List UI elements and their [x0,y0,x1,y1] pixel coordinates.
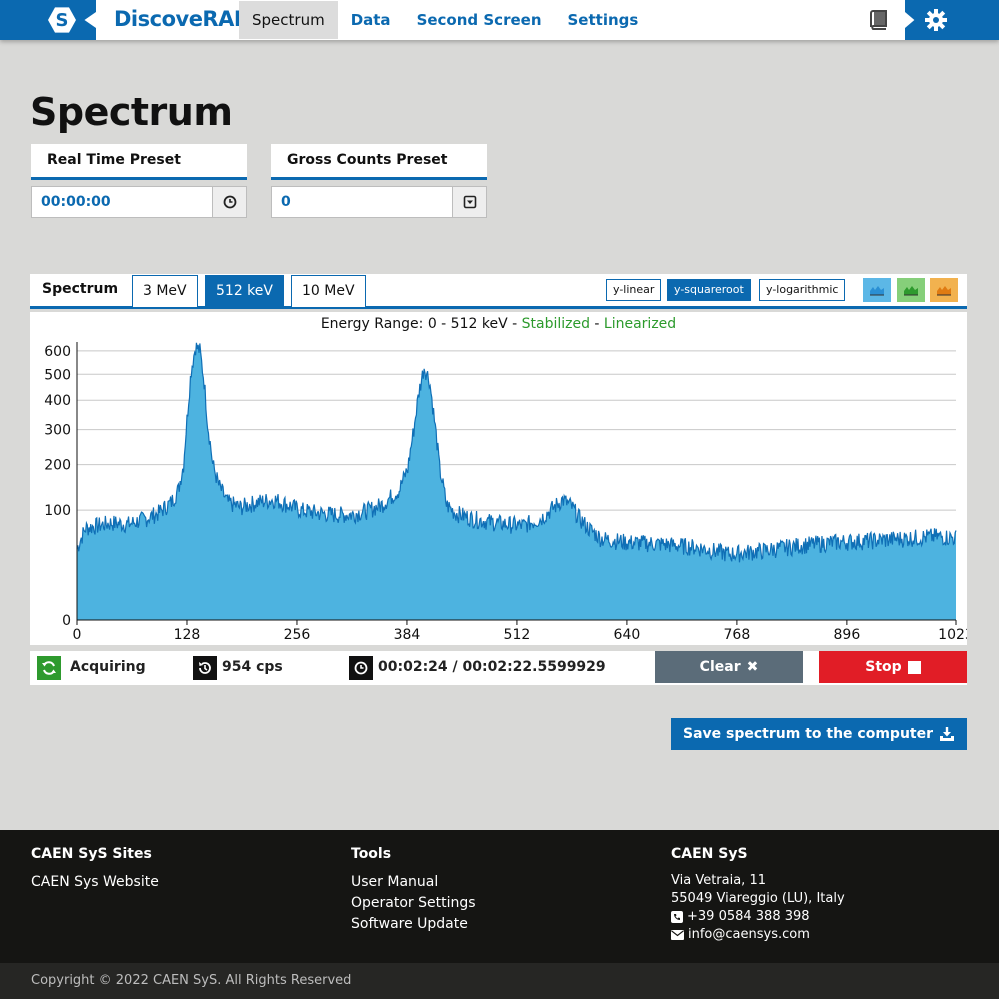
y-linear-button[interactable]: y-linear [606,279,662,301]
stop-square-icon [907,660,921,674]
clear-button[interactable]: Clear ✖ [655,651,803,683]
save-label: Save spectrum to the computer [683,726,933,742]
timer-icon [349,656,373,680]
x-tick-label: 256 [284,627,311,643]
y-logarithmic-button[interactable]: y-logarithmic [759,279,846,301]
orange-area-icon [937,286,951,296]
real-time-preset-input[interactable]: 00:00:00 [32,187,212,217]
address-line-2: 55049 Viareggio (LU), Italy [671,891,845,906]
footer: CAEN SyS Sites CAEN Sys Website Tools Us… [0,830,999,963]
spectrum-chart[interactable]: Energy Range: 0 - 512 keV - Stabilized -… [30,312,967,645]
gross-counts-preset-label: Gross Counts Preset [271,144,487,180]
blue-area-button[interactable] [863,278,891,302]
status-bar: Acquiring 954 cps 00:02:24 / 00:02:22.55… [30,651,967,685]
x-tick-label: 128 [174,627,201,643]
footer-tools: Tools User Manual Operator Settings Soft… [351,846,476,935]
footer-company-heading: CAEN SyS [671,846,748,862]
close-icon: ✖ [746,659,759,675]
real-time-preset-label: Real Time Preset [31,144,247,180]
footer-company: CAEN SyS Via Vetraia, 11 55049 Viareggio… [671,846,845,944]
company-address: Via Vetraia, 11 55049 Viareggio (LU), It… [671,872,845,944]
x-tick-label: 1023 [938,627,967,643]
address-line-1: Via Vetraia, 11 [671,873,766,888]
y-tick-label: 100 [44,503,71,519]
envelope-icon [671,930,684,940]
spectrum-panel-header: Spectrum 3 MeV 512 keV 10 MeV y-linear y… [30,274,967,309]
acquisition-state: Acquiring [70,659,146,675]
x-tick-label: 0 [73,627,82,643]
phone-number[interactable]: +39 0584 388 398 [687,908,810,926]
footer-tools-heading: Tools [351,846,392,862]
save-spectrum-button[interactable]: Save spectrum to the computer [671,718,967,750]
download-icon [940,727,954,741]
refresh-icon [37,656,61,680]
spectrum-panel-title: Spectrum [42,281,119,297]
gross-counts-preset-field[interactable]: 0 [271,186,487,218]
count-rate: 954 cps [222,659,283,675]
email-address[interactable]: info@caensys.com [688,926,810,944]
chart-svg: 0 100 200 300 400 500 600 0 128 256 384 512 640 768 89… [44,342,967,643]
footer-link-operator-settings[interactable]: Operator Settings [351,893,476,914]
nav-second-screen[interactable]: Second Screen [404,1,555,39]
gross-counts-preset-input[interactable]: 0 [272,187,452,217]
gear-icon[interactable] [924,8,948,32]
green-area-button[interactable] [897,278,925,302]
page-title: Spectrum [30,90,233,134]
nav-data[interactable]: Data [338,1,404,39]
y-tick-label: 200 [44,458,71,474]
main-nav: Spectrum Data Second Screen Settings [239,0,652,40]
footer-sites: CAEN SyS Sites CAEN Sys Website [31,846,159,893]
clock-button[interactable] [212,187,246,217]
real-time-preset: Real Time Preset 00:00:00 [31,144,247,218]
y-tick-label: 600 [44,344,71,360]
real-time-preset-field[interactable]: 00:00:00 [31,186,247,218]
tab-3mev[interactable]: 3 MeV [132,275,198,307]
dropdown-icon [463,195,476,209]
y-tick-label: 300 [44,423,71,439]
green-area-icon [904,286,918,296]
book-icon[interactable] [867,8,891,32]
nav-settings[interactable]: Settings [555,1,652,39]
blue-area-icon [870,286,884,296]
email-row: info@caensys.com [671,926,845,944]
x-tick-label: 640 [614,627,641,643]
spectrum-area [77,342,956,620]
dropdown-button[interactable] [452,187,486,217]
x-tick-label: 896 [834,627,861,643]
nav-spectrum[interactable]: Spectrum [239,1,338,39]
brand-letter: S [55,9,69,31]
x-tick-label: 768 [724,627,751,643]
orange-area-button[interactable] [930,278,958,302]
y-tick-label: 400 [44,393,71,409]
elapsed-time: 00:02:24 / 00:02:22.5599929 [378,659,606,675]
brand-name[interactable]: DiscoveRAD [114,7,251,31]
phone-row: +39 0584 388 398 [671,908,845,926]
gross-counts-preset: Gross Counts Preset 0 [271,144,487,218]
x-tick-label: 384 [394,627,421,643]
footer-link-caen-website[interactable]: CAEN Sys Website [31,872,159,893]
tab-10mev[interactable]: 10 MeV [291,275,366,307]
history-icon [193,656,217,680]
stop-button[interactable]: Stop [819,651,967,683]
top-navbar: S DiscoveRAD Spectrum Data Second Screen… [0,0,999,40]
x-tick-label: 512 [504,627,531,643]
y-squareroot-button[interactable]: y-squareroot [667,279,751,301]
footer-link-user-manual[interactable]: User Manual [351,872,476,893]
tab-512kev[interactable]: 512 keV [205,275,284,307]
y-tick-label: 500 [44,367,71,383]
phone-icon [671,911,683,923]
footer-sites-heading: CAEN SyS Sites [31,846,152,862]
settings-badge [905,0,999,40]
copyright: Copyright © 2022 CAEN SyS. All Rights Re… [0,963,999,999]
stop-label: Stop [865,659,902,675]
clear-label: Clear [699,659,741,675]
clock-icon [223,195,236,209]
footer-link-software-update[interactable]: Software Update [351,914,476,935]
y-tick-label: 0 [62,613,71,629]
